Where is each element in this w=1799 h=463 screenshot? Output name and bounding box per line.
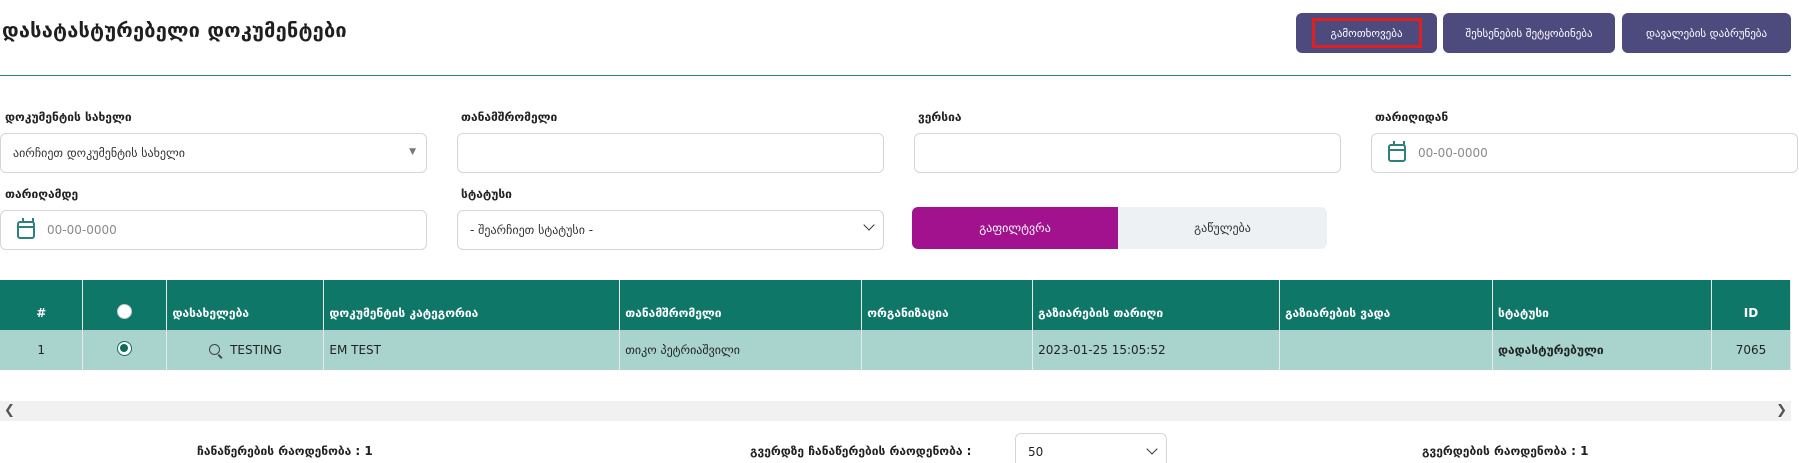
search-icon[interactable] (209, 344, 221, 355)
status-label: სტატუსი (461, 187, 512, 201)
row-name-cell[interactable]: TESTING (166, 330, 325, 370)
reset-button[interactable]: გაწულება (1118, 207, 1327, 249)
scroll-right-arrow-icon[interactable]: ❯ (1776, 403, 1787, 418)
version-input[interactable] (914, 133, 1341, 173)
row-share-date: 2023-01-25 15:05:52 (1032, 330, 1281, 370)
date-to-placeholder: 00-00-0000 (47, 223, 117, 237)
employee-label: თანამშრომელი (461, 110, 558, 124)
select-all-radio[interactable] (117, 304, 133, 319)
per-page-label: გვერდზე ჩანაწერების რაოდენობა : (750, 444, 972, 458)
calendar-icon[interactable] (1388, 141, 1406, 162)
row-category: EM TEST (323, 330, 621, 370)
header-divider (0, 75, 1791, 76)
horizontal-scrollbar[interactable]: ❮ ❯ (0, 401, 1791, 421)
export-button-label: გამოთხოვება (1311, 18, 1422, 48)
row-select-radio[interactable] (117, 341, 133, 356)
doc-name-select[interactable]: აირჩიეთ დოკუმენტის სახელი ▼ (0, 133, 427, 173)
date-from-placeholder: 00-00-0000 (1418, 146, 1488, 160)
chevron-down-icon (1146, 443, 1158, 455)
chevron-down-icon (863, 219, 875, 231)
date-from-input[interactable]: 00-00-0000 (1371, 133, 1798, 173)
return-button-label: დავალების დაბრუნება (1645, 26, 1768, 40)
reminder-notification-button[interactable]: შეხსენების შეტყობინება (1443, 13, 1615, 53)
status-select[interactable]: - შეარჩიეთ სტატუსი - (457, 210, 884, 250)
per-page-value: 50 (1028, 445, 1044, 459)
column-header-share-date[interactable]: გაზიარების თარიღი (1032, 280, 1281, 330)
doc-name-select-value: აირჩიეთ დოკუმენტის სახელი (13, 146, 185, 160)
pages-count: გვერდების რაოდენობა : 1 (1422, 444, 1589, 458)
column-header-status[interactable]: სტატუსი (1492, 280, 1712, 330)
version-label: ვერსია (918, 110, 962, 124)
row-organization (861, 330, 1034, 370)
column-header-select-all[interactable] (82, 280, 168, 330)
column-header-id[interactable]: ID (1711, 280, 1792, 330)
reminder-button-label: შეხსენების შეტყობინება (1465, 26, 1593, 40)
dropdown-caret-icon: ▼ (409, 147, 416, 157)
row-select-cell[interactable] (82, 330, 168, 370)
filter-button[interactable]: გაფილტვრა (912, 207, 1118, 249)
documents-table: # დასახელება დოკუმენტის კატეგორია თანამშ… (0, 280, 1792, 370)
date-to-label: თარიღამდე (5, 187, 79, 201)
column-header-employee[interactable]: თანამშრომელი (619, 280, 863, 330)
table-row[interactable]: 1 TESTING EM TEST თიკო პეტრიაშვილი 2023-… (0, 330, 1792, 370)
row-share-deadline (1279, 330, 1493, 370)
employee-input[interactable] (457, 133, 884, 173)
column-header-number[interactable]: # (0, 280, 84, 330)
column-header-category[interactable]: დოკუმენტის კატეგორია (323, 280, 621, 330)
column-header-name[interactable]: დასახელება (166, 280, 325, 330)
row-name[interactable]: TESTING (230, 343, 282, 357)
column-header-share-deadline[interactable]: გაზიარების ვადა (1279, 280, 1493, 330)
row-number: 1 (0, 330, 84, 370)
doc-name-label: დოკუმენტის სახელი (5, 110, 132, 124)
scroll-left-arrow-icon[interactable]: ❮ (4, 403, 15, 418)
status-select-value: - შეარჩიეთ სტატუსი - (470, 223, 594, 237)
row-id: 7065 (1711, 330, 1792, 370)
column-header-organization[interactable]: ორგანიზაცია (861, 280, 1034, 330)
return-task-button[interactable]: დავალების დაბრუნება (1622, 13, 1791, 53)
row-status: დადასტურებული (1492, 330, 1712, 370)
date-from-label: თარიღიდან (1375, 110, 1449, 124)
row-employee: თიკო პეტრიაშვილი (619, 330, 863, 370)
date-to-input[interactable]: 00-00-0000 (0, 210, 427, 250)
export-button[interactable]: გამოთხოვება (1296, 13, 1437, 53)
calendar-icon[interactable] (17, 218, 35, 239)
records-count: ჩანაწერების რაოდენობა : 1 (197, 444, 373, 458)
table-header-row: # დასახელება დოკუმენტის კატეგორია თანამშ… (0, 280, 1792, 330)
page-title: დასატასტურებელი დოკუმენტები (2, 18, 347, 42)
per-page-select[interactable]: 50 (1015, 433, 1167, 463)
